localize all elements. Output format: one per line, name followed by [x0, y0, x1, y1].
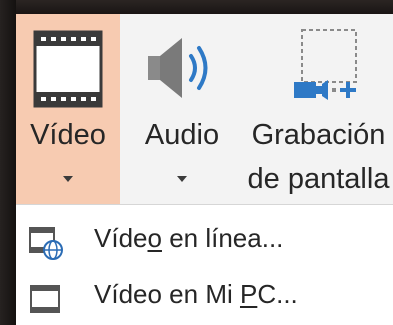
menu-item-video-on-my-pc[interactable]: Vídeo en Mi PC... — [16, 267, 393, 323]
screen-recording-label-line1: Grabación — [251, 119, 386, 151]
video-button-label: Vídeo — [30, 119, 106, 151]
video-button[interactable]: Vídeo — [16, 14, 120, 204]
window-background-top — [0, 0, 393, 14]
online-video-icon — [29, 227, 63, 260]
menu-item-label: Vídeo en Mi PC... — [94, 279, 298, 309]
video-dropdown-menu: Vídeo en línea... Vídeo en Mi PC... — [16, 204, 393, 325]
screen-recording-label-line2: de pantalla — [247, 163, 390, 195]
chevron-down-icon — [63, 176, 73, 182]
audio-button-label: Audio — [144, 119, 220, 151]
ribbon-media-group: Vídeo Audio Grabación de pantalla — [16, 14, 393, 204]
chevron-down-icon — [177, 176, 187, 182]
screen-recording-icon — [294, 29, 357, 100]
film-strip-small-icon — [30, 285, 60, 313]
screen-recording-button[interactable]: Grabación de pantalla — [244, 14, 393, 204]
menu-item-online-video[interactable]: Vídeo en línea... — [16, 211, 393, 267]
audio-button[interactable]: Audio — [120, 14, 244, 204]
window-background-edge — [0, 0, 16, 325]
film-strip-icon — [33, 30, 103, 108]
menu-item-label: Vídeo en línea... — [94, 223, 284, 253]
speaker-icon — [148, 38, 208, 98]
